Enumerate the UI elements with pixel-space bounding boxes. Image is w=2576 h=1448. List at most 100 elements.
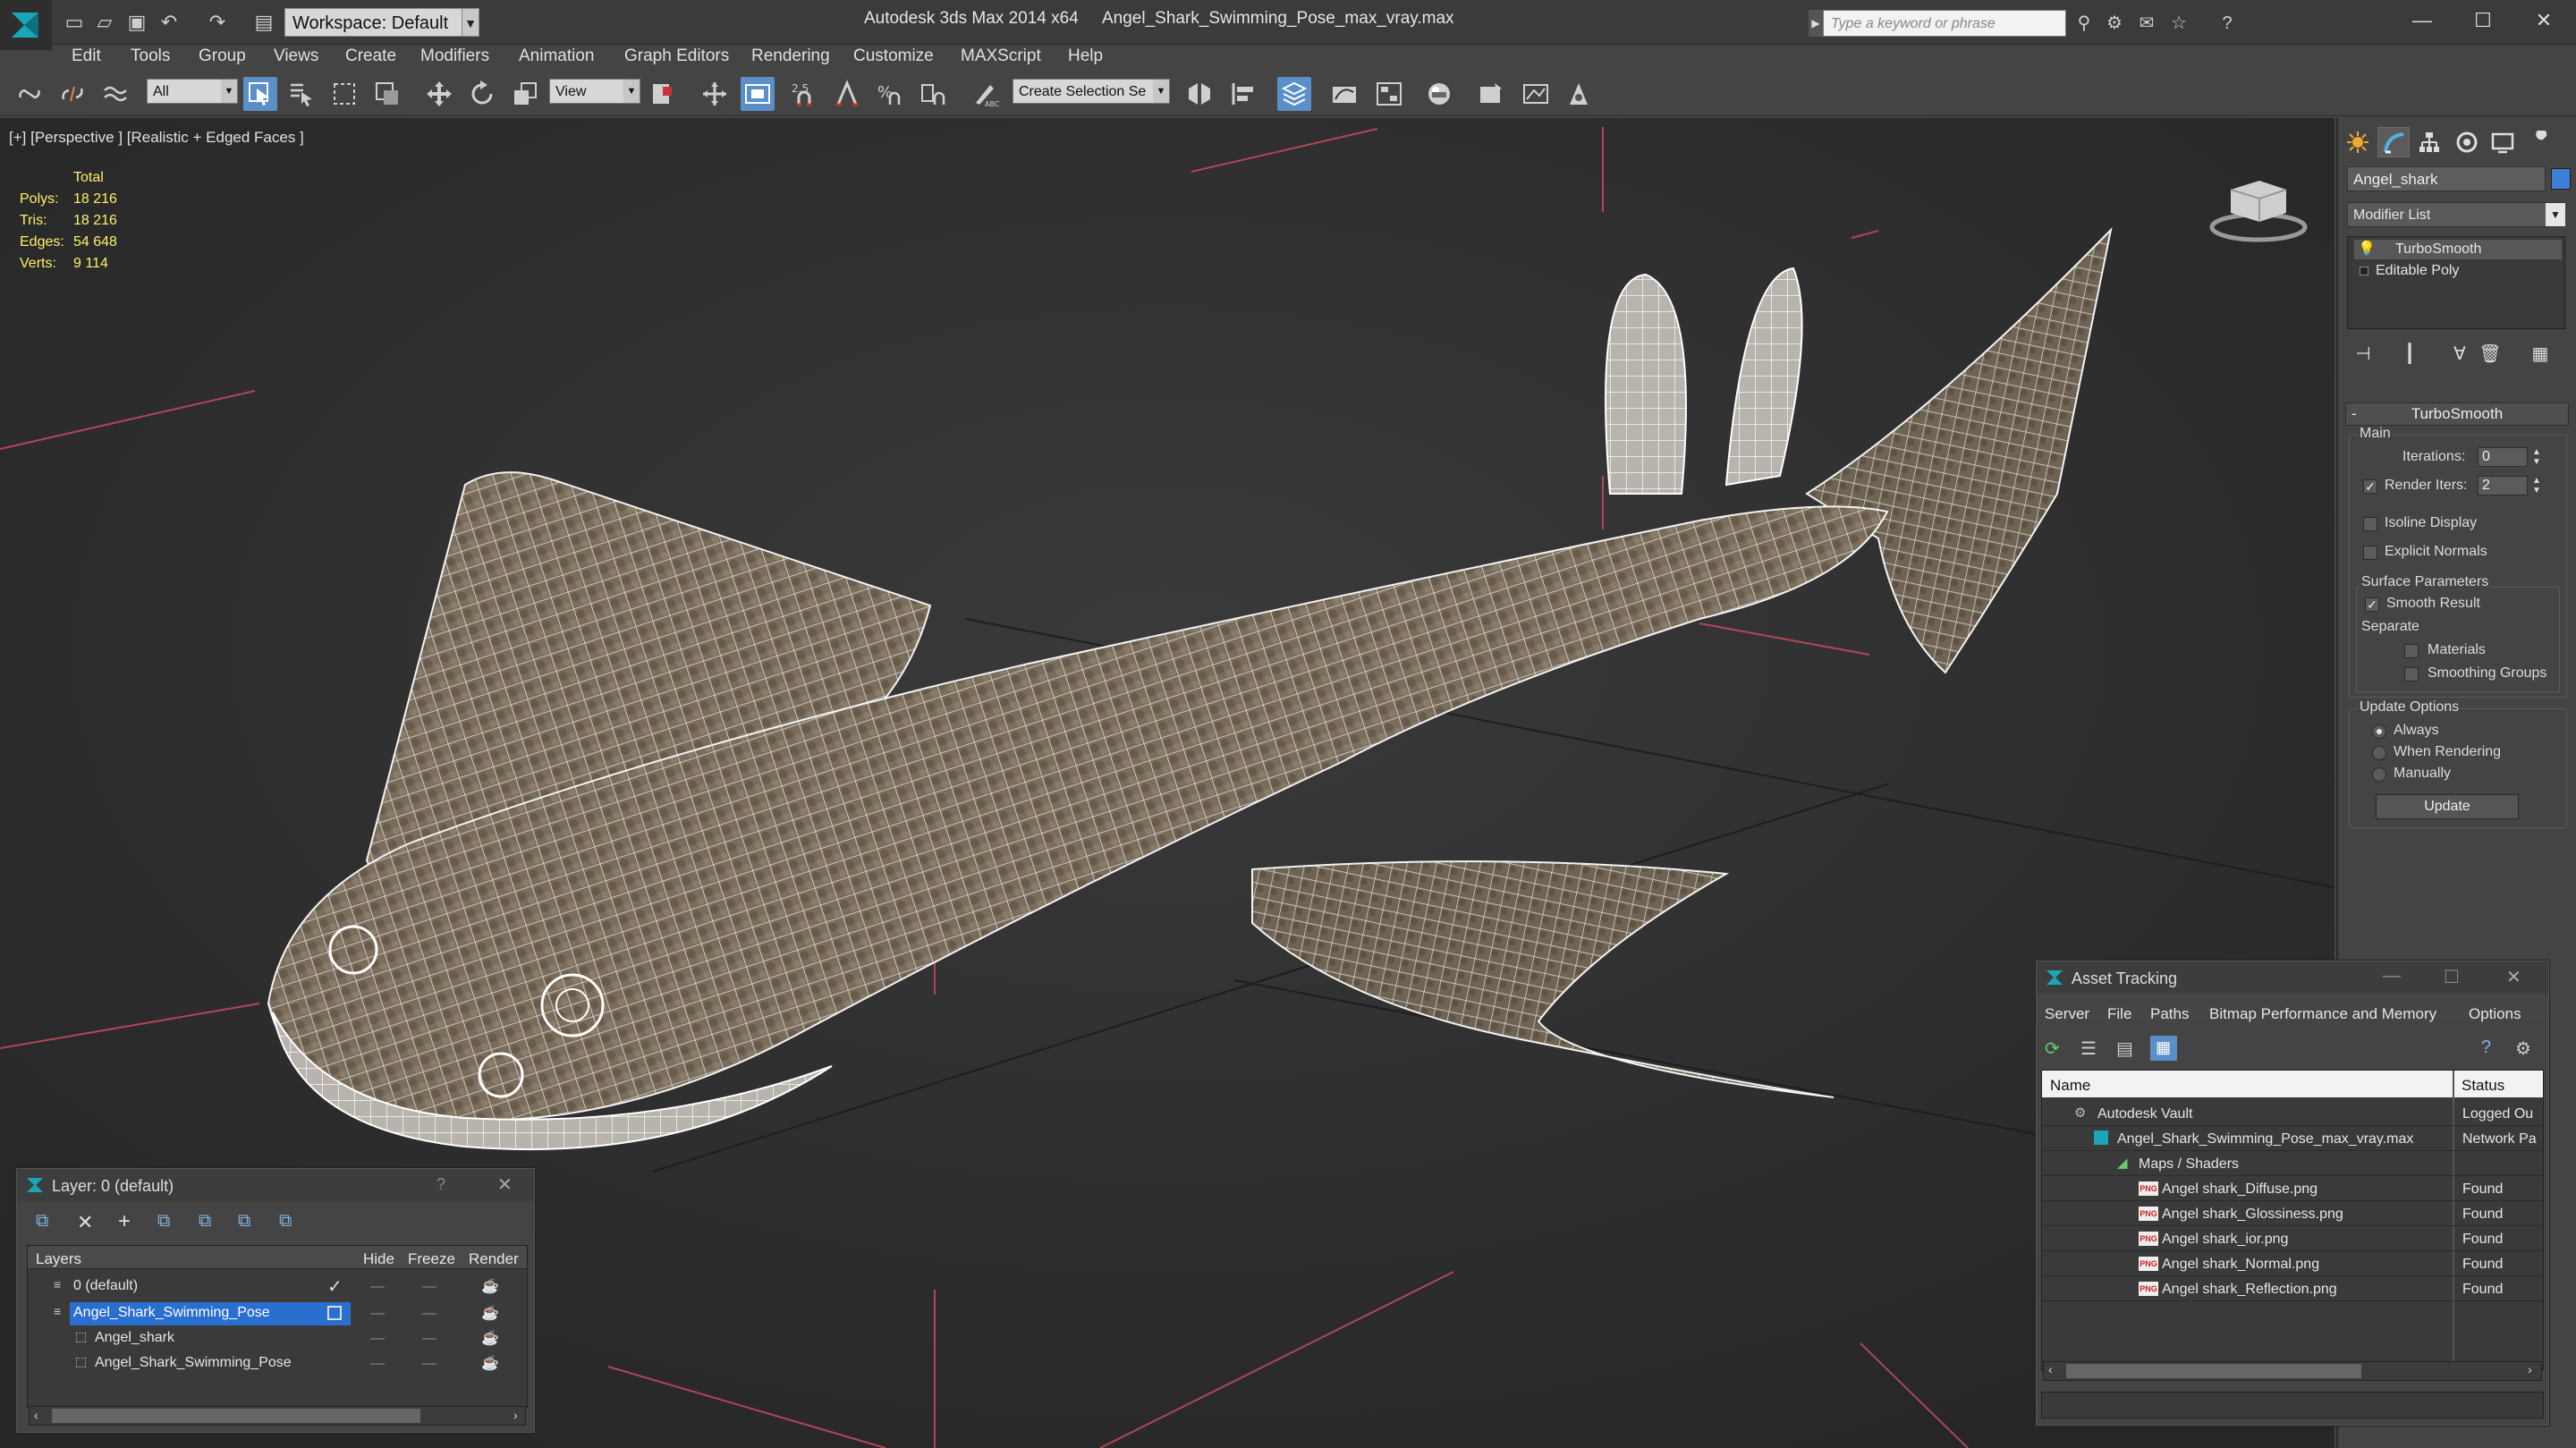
tab-display[interactable] [2487,127,2519,157]
menu-animation[interactable]: Animation [519,47,595,66]
asset-menu-server[interactable]: Server [2045,1005,2089,1023]
hide-toggle[interactable]: — [370,1356,385,1372]
turbosmooth-rollout-header[interactable]: - TurboSmooth [2345,402,2569,426]
menu-rendering[interactable]: Rendering [751,47,830,66]
manually-radio[interactable] [2372,767,2386,782]
hide-toggle[interactable]: — [370,1279,385,1295]
reference-coordinate-dropdown[interactable]: View ▼ [549,79,640,104]
scroll-right-icon[interactable]: › [513,1408,518,1422]
grid-view-button[interactable]: ▦ [2150,1036,2177,1061]
set-current-box-icon[interactable] [327,1306,342,1320]
highlight-layer-icon[interactable]: ⧉ [199,1211,211,1232]
chevron-down-icon[interactable]: ▼ [2546,203,2565,226]
table-row[interactable]: ⚙ Autodesk Vault Logged Ou [2042,1103,2543,1126]
save-file-icon[interactable]: ▣ [125,11,148,34]
menu-graph-editors[interactable]: Graph Editors [624,47,729,66]
scroll-left-icon[interactable]: ‹ [2048,1362,2053,1376]
snaps-toggle-icon[interactable]: 2.5 [787,77,821,111]
tab-utilities[interactable] [2524,127,2556,157]
table-row[interactable]: PNG Angel shark_ior.png Found [2042,1228,2543,1251]
tab-create[interactable] [2342,127,2374,157]
explicit-normals-checkbox[interactable] [2363,546,2377,560]
help-icon[interactable]: ? [2215,11,2240,36]
maximize-icon[interactable]: ☐ [2444,966,2460,988]
hide-toggle[interactable]: — [370,1331,385,1347]
pivot-center-icon[interactable] [646,77,680,111]
rectangular-selection-icon[interactable] [327,77,361,111]
spinner-arrows-icon[interactable]: ▲ ▼ [2531,447,2542,467]
settings-icon[interactable]: ⚙ [2515,1037,2531,1060]
workspace-dropdown[interactable]: Workspace: Default [284,8,463,37]
table-row[interactable]: PNG Angel shark_Glossiness.png Found [2042,1203,2543,1226]
search-input[interactable]: Type a keyword or phrase [1823,10,2066,37]
percent-snap-icon[interactable]: % [873,77,907,111]
smoothing-groups-checkbox[interactable] [2404,667,2419,682]
hide-all-layers-icon[interactable]: ⧉ [238,1211,250,1232]
mirror-icon[interactable] [1182,77,1216,111]
redo-icon[interactable]: ↷ [206,11,229,34]
freeze-toggle[interactable]: — [422,1279,436,1295]
search-expand-icon[interactable]: ▶ [1809,10,1823,37]
refresh-icon[interactable]: ⟳ [2045,1037,2060,1060]
create-layer-icon[interactable]: ⧉ [36,1211,48,1232]
remove-modifier-icon[interactable]: 🗑 [2478,342,2503,367]
favorites-star-icon[interactable]: ☆ [2166,11,2191,36]
subscription-icon[interactable]: ⚙ [2102,11,2127,36]
scroll-left-icon[interactable]: ‹ [34,1408,38,1422]
render-teapot-icon[interactable]: ☕ [481,1329,499,1347]
curve-editor-icon[interactable] [1327,77,1361,111]
keyboard-shortcut-override-button[interactable] [741,77,775,111]
lightbulb-icon[interactable]: 💡 [2358,240,2376,259]
spinner-arrows-icon[interactable]: ▲ ▼ [2531,476,2542,495]
selection-filter-dropdown[interactable]: All ▼ [147,79,238,104]
select-and-link-icon[interactable] [13,77,47,111]
table-row[interactable]: ≡ Angel_Shark_Swimming_Pose — — ☕ [29,1302,526,1325]
tab-modify[interactable] [2377,127,2410,157]
menu-views[interactable]: Views [274,47,318,66]
table-row[interactable]: Angel_Shark_Swimming_Pose_max_vray.max Ne… [2042,1128,2543,1151]
make-unique-icon[interactable]: ∀ [2447,342,2472,367]
table-row[interactable]: PNG Angel shark_Reflection.png Found [2042,1278,2543,1301]
modifier-list-dropdown[interactable]: Modifier List [2347,202,2565,227]
render-teapot-icon[interactable]: ☕ [481,1277,499,1295]
pin-stack-icon[interactable]: ⊣ [2351,342,2376,367]
list-view-icon[interactable]: ☰ [2080,1037,2097,1060]
render-column-header[interactable]: Render [469,1250,519,1268]
when-rendering-radio[interactable] [2372,746,2386,760]
close-window-button[interactable]: ✕ [2517,4,2571,38]
current-layer-check-icon[interactable]: ✓ [327,1275,343,1298]
freeze-toggle[interactable]: — [422,1331,436,1347]
smooth-result-checkbox[interactable]: ✓ [2365,597,2379,612]
object-name-field[interactable]: Angel_shark [2347,166,2546,191]
scroll-right-icon[interactable]: › [2528,1362,2532,1376]
select-object-button[interactable] [243,77,277,111]
update-button[interactable]: Update [2376,794,2519,819]
name-column-header[interactable]: Name [2050,1077,2090,1095]
binoculars-icon[interactable]: ⚲ [2072,11,2097,36]
bind-space-warp-icon[interactable] [98,77,132,111]
app-logo-button[interactable] [0,0,52,50]
select-and-scale-icon[interactable] [508,77,542,111]
tab-motion[interactable] [2451,127,2483,157]
select-objects-in-layer-icon[interactable]: ⧉ [157,1211,170,1232]
asset-menu-paths[interactable]: Paths [2150,1005,2189,1023]
viewcube[interactable] [2209,172,2308,243]
table-row[interactable]: PNG Angel shark_Diffuse.png Found [2042,1178,2543,1201]
select-by-name-icon[interactable] [284,77,318,111]
select-and-move-icon[interactable] [422,77,456,111]
render-production-icon[interactable] [1562,77,1596,111]
asset-path-field[interactable] [2041,1392,2544,1418]
named-selection-dropdown[interactable]: Create Selection Se ▼ [1013,79,1170,104]
schematic-view-icon[interactable] [1372,77,1406,111]
table-row[interactable]: ◢ Maps / Shaders [2042,1153,2543,1176]
render-setup-icon[interactable] [1474,77,1508,111]
render-teapot-icon[interactable]: ☕ [481,1304,499,1322]
menu-maxscript[interactable]: MAXScript [961,47,1041,66]
object-color-swatch[interactable] [2551,168,2571,190]
table-row[interactable]: ⬚ Angel_shark — — ☕ [29,1327,526,1351]
material-editor-icon[interactable] [1422,77,1456,111]
menu-modifiers[interactable]: Modifiers [420,47,489,66]
menu-tools[interactable]: Tools [131,47,170,66]
rendered-frame-window-icon[interactable] [1519,77,1553,111]
window-crossing-icon[interactable] [370,77,404,111]
